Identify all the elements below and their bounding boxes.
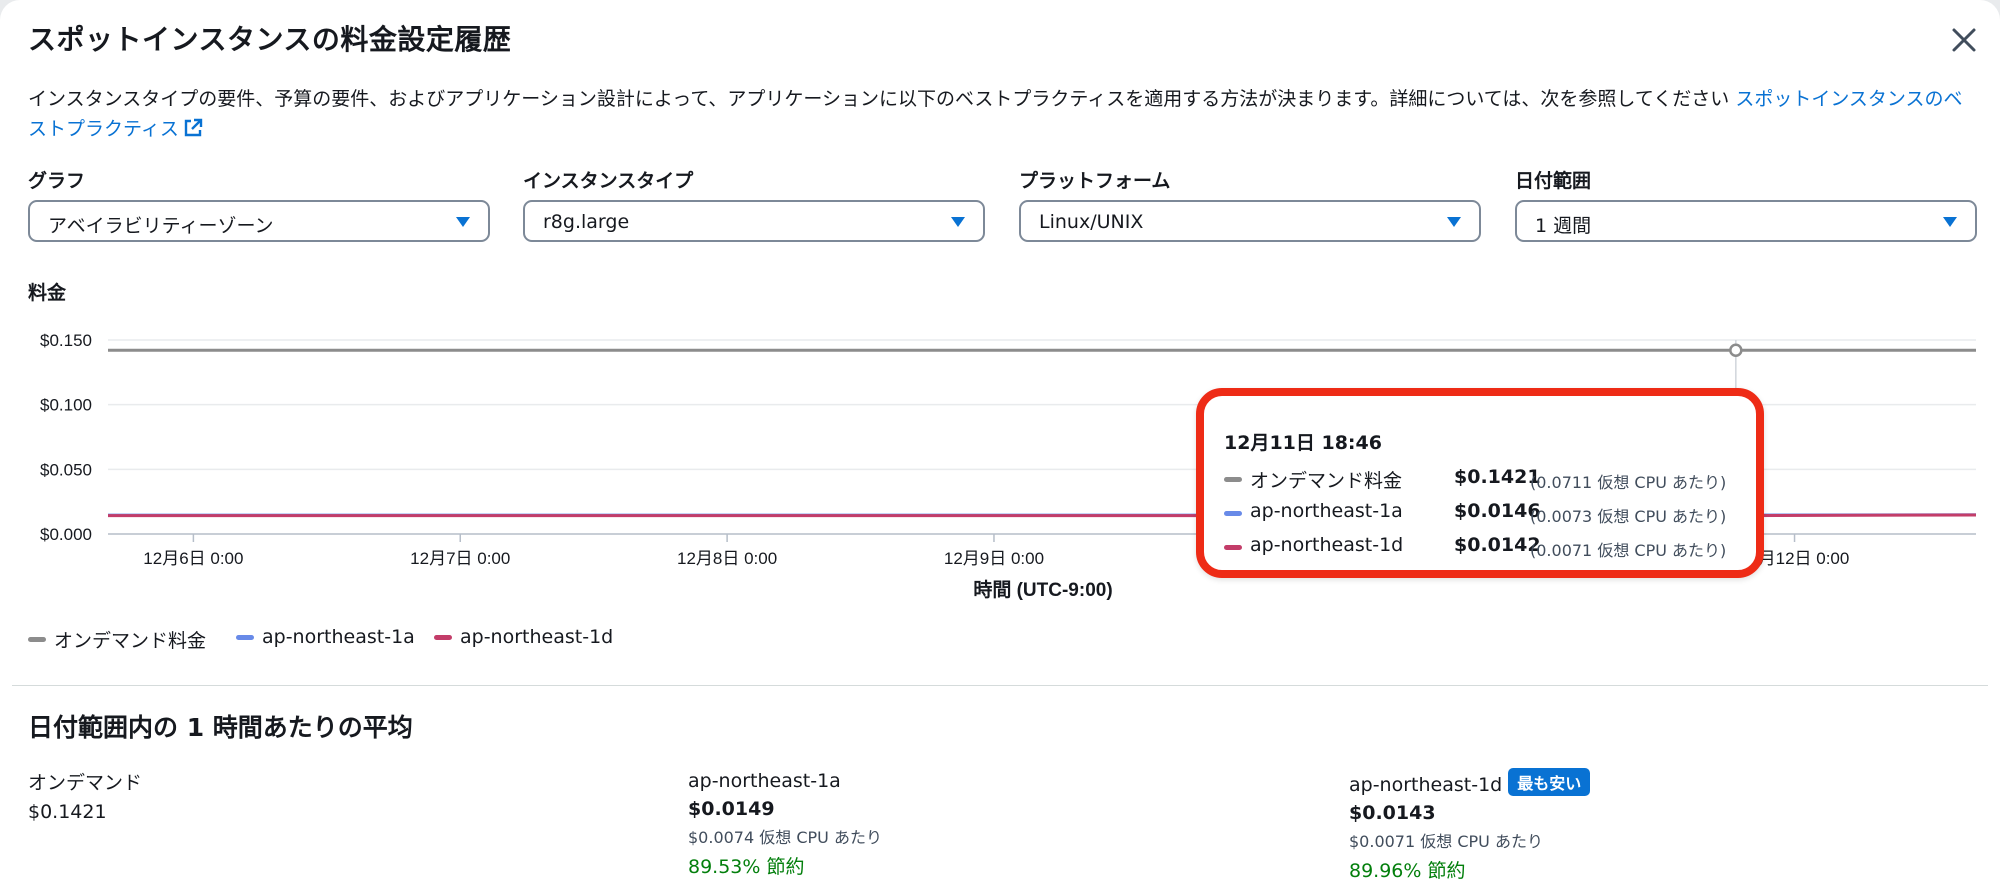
platform-label: プラットフォーム (1019, 170, 1171, 192)
x-tick-label: 12月6日 0:00 (143, 549, 243, 568)
instance-type-value: r8g.large (543, 211, 630, 233)
x-axis-title: 時間 (UTC-9:00) (973, 579, 1112, 601)
averages-title: 日付範囲内の 1 時間あたりの平均 (28, 713, 413, 742)
instance-type-select[interactable]: r8g.large (523, 200, 985, 242)
graph-select[interactable]: アベイラビリティーゾーン (28, 200, 490, 242)
legend-swatch (1224, 477, 1242, 482)
tooltip-series-name: ap-northeast-1a (1250, 500, 1403, 522)
tooltip-row-on-demand: オンデマンド料金 $0.1421 (0.0711 仮想 CPU あたり) (1224, 466, 1744, 496)
platform-select[interactable]: Linux/UNIX (1019, 200, 1481, 242)
tooltip-price: $0.1421 (1454, 466, 1541, 488)
legend-label: ap-northeast-1d (460, 626, 614, 648)
tooltip-date: 12月11日 18:46 (1224, 432, 1382, 454)
legend-label: ap-northeast-1a (262, 626, 415, 648)
tooltip-per-cpu: (0.0071 仮想 CPU あたり) (1530, 541, 1727, 560)
pricing-history-modal: スポットインスタンスの料金設定履歴 インスタンスタイプの要件、予算の要件、および… (0, 0, 2000, 893)
tooltip-row-1a: ap-northeast-1a $0.0146 (0.0073 仮想 CPU あ… (1224, 500, 1744, 530)
avg-savings: 89.53% 節約 (688, 856, 805, 878)
avg-ap-northeast-1d: ap-northeast-1d 最も安い $0.0143 $0.0071 仮想 C… (1349, 768, 1591, 883)
cheapest-badge: 最も安い (1508, 768, 1591, 796)
graph-label: グラフ (28, 170, 86, 192)
instance-type-label: インスタンスタイプ (523, 170, 694, 192)
y-tick-label: $0.050 (40, 460, 92, 479)
avg-price: $0.1421 (28, 801, 107, 823)
avg-per-cpu: $0.0071 仮想 CPU あたり (1349, 832, 1543, 851)
legend-label: オンデマンド料金 (54, 630, 207, 652)
tooltip-per-cpu: (0.0073 仮想 CPU あたり) (1530, 507, 1727, 526)
tooltip-series-name: オンデマンド料金 (1250, 470, 1403, 492)
x-tick-label: 12月7日 0:00 (410, 549, 510, 568)
legend-item-on-demand[interactable]: オンデマンド料金 (28, 626, 206, 653)
avg-on-demand: オンデマンド $0.1421 (28, 768, 142, 823)
legend-swatch (434, 634, 452, 640)
y-tick-label: $0.150 (40, 331, 92, 350)
avg-name: ap-northeast-1d (1349, 774, 1503, 796)
legend-item-1a[interactable]: ap-northeast-1a (236, 626, 415, 648)
modal-title: スポットインスタンスの料金設定履歴 (28, 23, 512, 56)
hover-point (1729, 343, 1743, 357)
tooltip-per-cpu: (0.0711 仮想 CPU あたり) (1530, 473, 1727, 492)
date-range-label: 日付範囲 (1515, 170, 1592, 192)
chart-title: 料金 (28, 282, 67, 304)
legend-swatch (28, 637, 46, 642)
x-tick-label: 12月9日 0:00 (944, 549, 1044, 568)
avg-price: $0.0143 (1349, 802, 1436, 824)
legend-swatch (236, 634, 254, 640)
graph-select-value: アベイラビリティーゾーン (48, 215, 274, 237)
tooltip-price: $0.0146 (1454, 500, 1541, 522)
y-tick-label: $0.100 (40, 396, 92, 415)
tooltip-row-1d: ap-northeast-1d $0.0142 (0.0071 仮想 CPU あ… (1224, 534, 1744, 564)
tooltip-price: $0.0142 (1454, 534, 1541, 556)
date-range-value: 1 週間 (1535, 215, 1592, 237)
y-tick-label: $0.000 (40, 525, 92, 544)
platform-value: Linux/UNIX (1039, 211, 1144, 233)
modal-description: インスタンスタイプの要件、予算の要件、およびアプリケーション設計によって、アプリ… (28, 84, 1978, 144)
section-divider (12, 685, 1988, 686)
legend-swatch (1224, 511, 1242, 516)
avg-name: オンデマンド (28, 772, 143, 794)
legend-swatch (1224, 545, 1242, 550)
caret-down-icon (1447, 217, 1461, 227)
external-link-icon (184, 118, 203, 137)
avg-savings: 89.96% 節約 (1349, 860, 1466, 882)
description-text: インスタンスタイプの要件、予算の要件、およびアプリケーション設計によって、アプリ… (28, 88, 1730, 110)
avg-ap-northeast-1a: ap-northeast-1a $0.0149 $0.0074 仮想 CPU あ… (688, 770, 882, 879)
chart-tooltip: 12月11日 18:46 オンデマンド料金 $0.1421 (0.0711 仮想… (1196, 388, 1764, 578)
avg-name: ap-northeast-1a (688, 770, 841, 792)
close-icon[interactable] (1944, 20, 1984, 60)
avg-per-cpu: $0.0074 仮想 CPU あたり (688, 828, 882, 847)
legend-item-1d[interactable]: ap-northeast-1d (434, 626, 613, 648)
avg-name-row: ap-northeast-1d 最も安い (1349, 768, 1591, 796)
caret-down-icon (456, 217, 470, 227)
caret-down-icon (951, 217, 965, 227)
avg-price: $0.0149 (688, 798, 775, 820)
tooltip-series-name: ap-northeast-1d (1250, 534, 1404, 556)
caret-down-icon (1943, 217, 1957, 227)
date-range-select[interactable]: 1 週間 (1515, 200, 1977, 242)
x-tick-label: 12月8日 0:00 (677, 549, 777, 568)
